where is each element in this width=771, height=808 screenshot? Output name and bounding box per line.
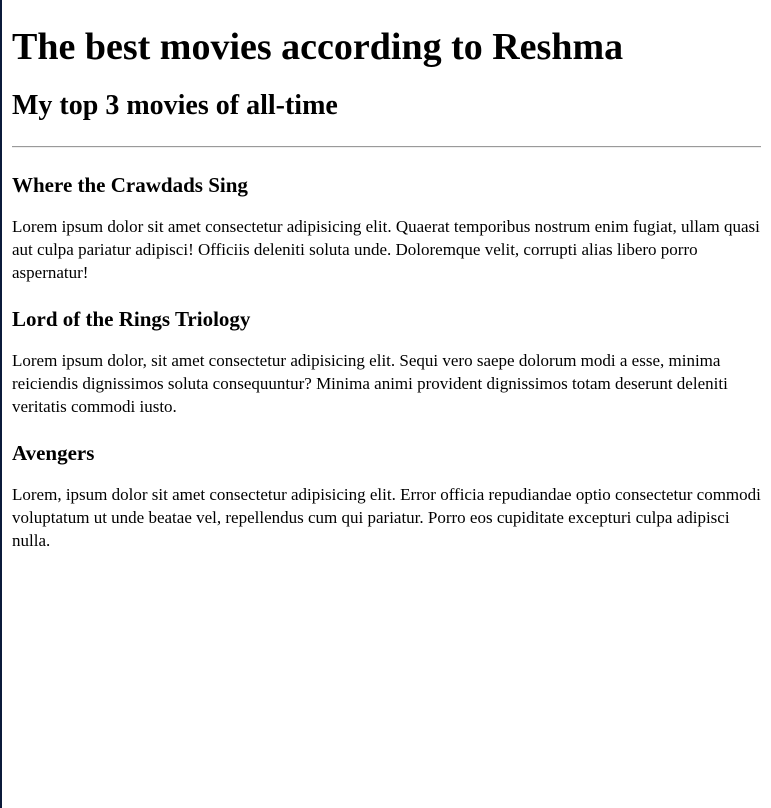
movie-description: Lorem, ipsum dolor sit amet consectetur … [12,485,761,550]
movie-item: Avengers Lorem, ipsum dolor sit amet con… [12,440,761,552]
movie-title: Avengers [12,441,95,465]
movie-description: Lorem ipsum dolor sit amet consectetur a… [12,217,760,282]
movie-item: Where the Crawdads Sing Lorem ipsum dolo… [12,172,761,284]
movie-title: Lord of the Rings Triology [12,307,251,331]
page-content: The best movies according to Reshma My t… [12,0,761,552]
movie-description: Lorem ipsum dolor, sit amet consectetur … [12,351,728,416]
page-title: The best movies according to Reshma [12,26,624,68]
window-left-edge [0,0,2,808]
movie-title: Where the Crawdads Sing [12,173,248,197]
divider [12,146,761,148]
movie-item: Lord of the Rings Triology Lorem ipsum d… [12,306,761,418]
page-subtitle: My top 3 movies of all-time [12,90,338,121]
